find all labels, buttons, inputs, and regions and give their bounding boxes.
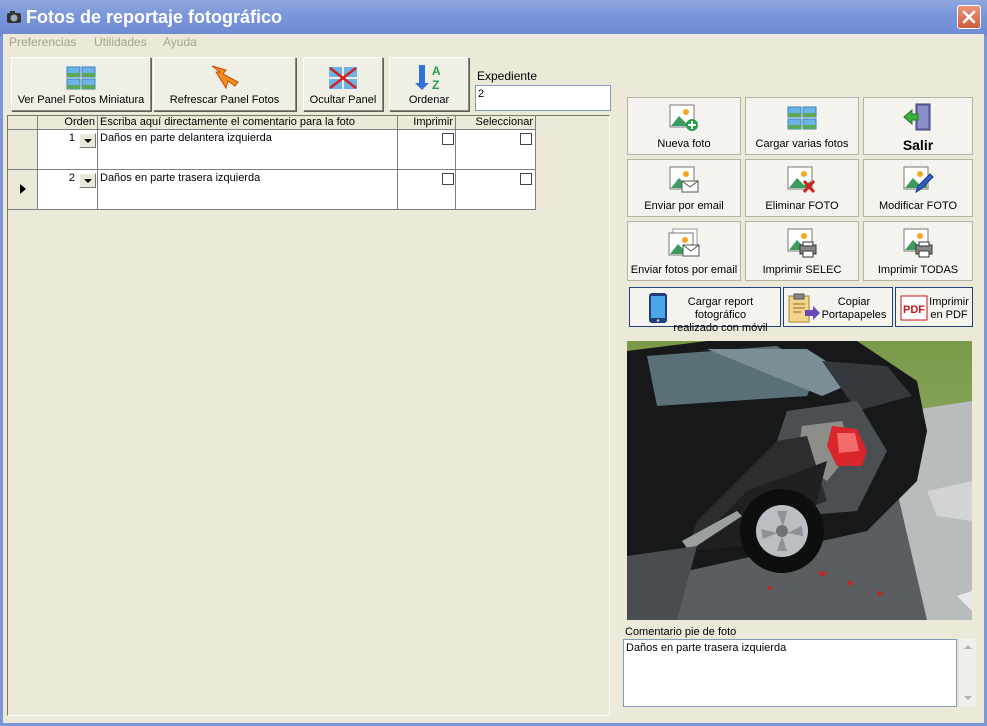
expediente-label: Expediente bbox=[477, 69, 538, 83]
ver-panel-fotos-miniatura-button[interactable]: Ver Panel Fotos Miniatura bbox=[11, 57, 151, 111]
copiar-label-line1: Copiar bbox=[837, 296, 871, 308]
print-selected-icon bbox=[787, 228, 817, 258]
row-imprimir-cell bbox=[398, 130, 456, 170]
photo-grid-panel: Orden Escriba aquí directamente el comen… bbox=[7, 115, 610, 716]
copiar-label-line2: Portapapeles bbox=[821, 309, 887, 321]
nueva-foto-button[interactable]: Nueva foto bbox=[627, 97, 741, 155]
window-title: Fotos de reportaje fotográfico bbox=[26, 7, 283, 27]
row-selector-current[interactable] bbox=[8, 170, 38, 210]
refrescar-panel-fotos-button[interactable]: Refrescar Panel Fotos bbox=[153, 57, 296, 111]
grid-corner-header bbox=[8, 116, 38, 130]
eliminar-label: Eliminar FOTO bbox=[765, 200, 839, 212]
pdf-icon-text: PDF bbox=[903, 304, 925, 316]
hide-panel-icon bbox=[329, 67, 357, 89]
modificar-foto-button[interactable]: Modificar FOTO bbox=[863, 159, 973, 217]
svg-text:A: A bbox=[432, 64, 441, 78]
ordenar-label: Ordenar bbox=[408, 94, 450, 106]
row-orden-value: 2 bbox=[68, 172, 75, 184]
print-all-icon bbox=[903, 228, 933, 258]
cargar-movil-label-line2: realizado con móvil bbox=[673, 322, 768, 334]
caption-scrollbar[interactable] bbox=[958, 639, 976, 707]
cargar-movil-label-line1: Cargar report fotográfico bbox=[687, 296, 754, 321]
close-icon bbox=[962, 10, 976, 24]
refresh-arrow-icon bbox=[211, 65, 239, 90]
enviar-fotos-email-label: Enviar fotos por email bbox=[630, 264, 738, 276]
menu-ayuda[interactable]: Ayuda bbox=[163, 35, 197, 49]
cargar-report-movil-button[interactable]: Cargar report fotográfico realizado con … bbox=[629, 287, 781, 334]
window-frame-left bbox=[0, 36, 3, 726]
nueva-foto-label: Nueva foto bbox=[657, 138, 711, 150]
app-camera-icon bbox=[7, 11, 21, 23]
close-button[interactable] bbox=[957, 5, 981, 29]
caption-textarea[interactable]: Daños en parte trasera izquierda bbox=[623, 639, 957, 707]
seleccionar-checkbox[interactable] bbox=[520, 133, 532, 145]
imprimir-selec-button[interactable]: Imprimir SELEC bbox=[745, 221, 859, 281]
photo-preview bbox=[627, 341, 972, 620]
scroll-up-icon[interactable] bbox=[959, 639, 976, 656]
menu-preferencias[interactable]: Preferencias bbox=[9, 35, 76, 49]
header-seleccionar[interactable]: Seleccionar bbox=[456, 116, 536, 130]
pdf-label-line2: en PDF bbox=[930, 309, 968, 321]
row-selector[interactable] bbox=[8, 130, 38, 170]
cargar-varias-label: Cargar varias fotos bbox=[755, 138, 849, 150]
copiar-portapapeles-button[interactable]: Copiar Portapapeles bbox=[783, 287, 893, 327]
email-photos-icon bbox=[668, 228, 700, 257]
header-imprimir[interactable]: Imprimir bbox=[398, 116, 456, 130]
ver-panel-label: Ver Panel Fotos Miniatura bbox=[17, 94, 145, 106]
seleccionar-checkbox[interactable] bbox=[520, 173, 532, 185]
current-row-arrow-icon bbox=[20, 184, 26, 194]
menu-bar: Preferencias Utilidades Ayuda bbox=[3, 34, 984, 53]
header-orden[interactable]: Orden bbox=[38, 116, 98, 130]
row-seleccionar-cell bbox=[456, 170, 536, 210]
menu-utilidades[interactable]: Utilidades bbox=[94, 35, 147, 49]
enviar-email-label: Enviar por email bbox=[644, 200, 724, 212]
delete-photo-icon bbox=[787, 166, 816, 194]
cargar-varias-fotos-button[interactable]: Cargar varias fotos bbox=[745, 97, 859, 155]
salir-label: Salir bbox=[902, 137, 934, 153]
svg-text:Z: Z bbox=[432, 78, 439, 91]
ocultar-panel-button[interactable]: Ocultar Panel bbox=[303, 57, 383, 111]
title-bar: Fotos de reportaje fotográfico bbox=[0, 0, 987, 36]
salir-button[interactable]: Salir bbox=[863, 97, 973, 155]
email-photo-icon bbox=[669, 166, 699, 193]
orden-dropdown-button[interactable] bbox=[79, 173, 96, 188]
pdf-icon: PDF bbox=[900, 295, 928, 321]
modificar-label: Modificar FOTO bbox=[878, 200, 958, 212]
row-orden-cell[interactable]: 1 bbox=[38, 130, 98, 170]
ocultar-label: Ocultar Panel bbox=[309, 94, 377, 106]
imprimir-selec-label: Imprimir SELEC bbox=[762, 264, 842, 276]
row-seleccionar-cell bbox=[456, 130, 536, 170]
orden-dropdown-button[interactable] bbox=[79, 133, 96, 148]
scroll-down-icon[interactable] bbox=[959, 690, 976, 707]
exit-door-icon bbox=[903, 103, 931, 131]
row-comentario[interactable]: Daños en parte delantera izquierda bbox=[98, 130, 398, 170]
enviar-por-email-button[interactable]: Enviar por email bbox=[627, 159, 741, 217]
enviar-fotos-por-email-button[interactable]: Enviar fotos por email bbox=[627, 221, 741, 281]
edit-photo-icon bbox=[903, 166, 934, 194]
expediente-input[interactable]: 2 bbox=[475, 85, 611, 111]
row-orden-cell[interactable]: 2 bbox=[38, 170, 98, 210]
imprimir-checkbox[interactable] bbox=[442, 133, 454, 145]
eliminar-foto-button[interactable]: Eliminar FOTO bbox=[745, 159, 859, 217]
row-orden-value: 1 bbox=[68, 132, 75, 144]
imprimir-todas-button[interactable]: Imprimir TODAS bbox=[863, 221, 973, 281]
ordenar-button[interactable]: A Z Ordenar bbox=[389, 57, 469, 111]
row-comentario[interactable]: Daños en parte trasera izquierda bbox=[98, 170, 398, 210]
row-imprimir-cell bbox=[398, 170, 456, 210]
damaged-car-photo bbox=[627, 341, 972, 620]
refrescar-label: Refrescar Panel Fotos bbox=[169, 94, 280, 106]
imprimir-todas-label: Imprimir TODAS bbox=[877, 264, 959, 276]
sort-az-icon: A Z bbox=[415, 64, 441, 91]
multiple-photos-icon bbox=[787, 106, 817, 130]
header-comentario[interactable]: Escriba aquí directamente el comentario … bbox=[98, 116, 398, 130]
imprimir-checkbox[interactable] bbox=[442, 173, 454, 185]
caption-label: Comentario pie de foto bbox=[625, 626, 737, 638]
imprimir-en-pdf-button[interactable]: PDF Imprimir en PDF bbox=[895, 287, 973, 327]
thumbnails-icon bbox=[66, 66, 96, 90]
new-photo-icon bbox=[669, 104, 698, 131]
pdf-label-line1: Imprimir bbox=[929, 296, 969, 308]
clipboard-icon bbox=[788, 293, 820, 323]
